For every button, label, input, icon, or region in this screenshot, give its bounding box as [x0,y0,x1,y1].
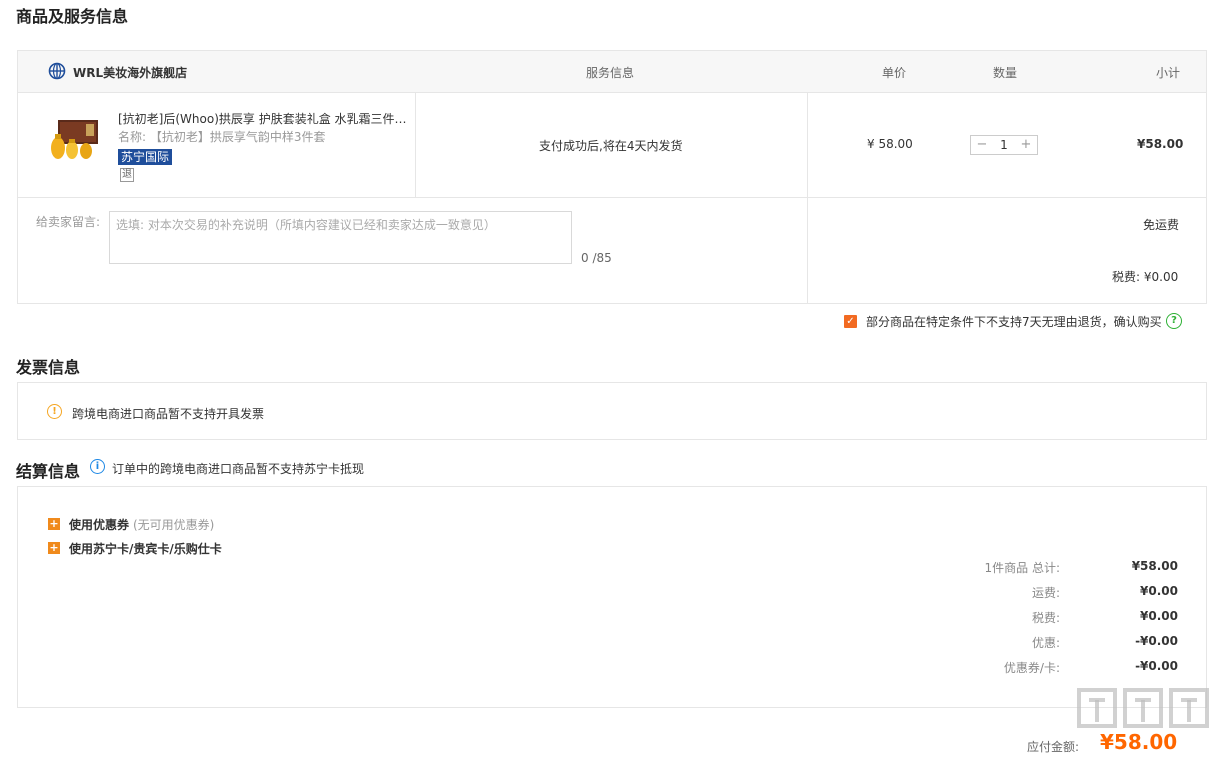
summary-label: 优惠: [1031,636,1060,650]
summary-value: -¥0.00 [1135,659,1178,673]
invoice-notice-text: 跨境电商进口商品暂不支持开具发票 [72,407,265,421]
summary-row: 1件商品 总计: ¥58.00 [918,558,1180,583]
summary-label: 税费: [1031,611,1060,625]
free-shipping-text: 免运费 [1143,218,1180,232]
summary-value: ¥0.00 [1140,584,1178,598]
column-divider [415,92,416,197]
store-globe-icon [48,62,66,80]
warning-icon: ! [47,404,62,419]
expand-coupon-icon[interactable]: + [48,518,60,530]
message-char-counter: 0 /85 [581,251,612,265]
product-title-link[interactable]: [抗初老]后(Whoo)拱辰享 护肤套装礼盒 水乳霜三件… [118,110,408,127]
info-icon: i [90,459,105,474]
tax-fee-text: 税费: ¥0.00 [1112,270,1179,284]
goods-panel: WRL美妆海外旗舰店 服务信息 单价 数量 小计 [抗初老]后(Whoo)拱辰享… [17,50,1207,304]
quantity-stepper: − 1 + [970,135,1038,155]
use-coupon-toggle[interactable]: 使用优惠券 [69,516,129,533]
settlement-section-title: 结算信息 [16,462,81,481]
help-question-icon[interactable]: ? [1166,313,1182,329]
summary-row: 优惠: -¥0.00 [918,633,1180,658]
expand-card-icon[interactable]: + [48,542,60,554]
summary-value: -¥0.00 [1135,634,1178,648]
item-subtotal: ¥58.00 [1137,137,1184,151]
column-divider [807,198,808,304]
confirm-purchase-text: 部分商品在特定条件下不支持7天无理由退货，确认购买 [866,315,1162,329]
store-name-link[interactable]: WRL美妆海外旗舰店 [73,64,187,81]
suning-international-badge: 苏宁国际 [118,149,173,165]
product-thumbnail[interactable] [46,118,104,162]
summary-label: 运费: [1031,586,1060,600]
summary-row: 优惠券/卡: -¥0.00 [918,658,1180,683]
service-column-header: 服务信息 [586,66,635,80]
column-divider [807,92,808,197]
quantity-decrease-button[interactable]: − [971,136,993,154]
invoice-section-title: 发票信息 [16,358,81,377]
product-spec: 名称: 【抗初老】拱辰享气韵中样3件套 [118,130,326,144]
order-summary: 1件商品 总计: ¥58.00 运费: ¥0.00 税费: ¥0.00 优惠: … [918,558,1180,683]
invoice-panel: ! 跨境电商进口商品暂不支持开具发票 [17,382,1207,440]
delivery-service-text: 支付成功后,将在4天内发货 [539,139,683,153]
seller-message-textarea[interactable]: 选填: 对本次交易的补充说明（所填内容建议已经和卖家达成一致意见） [109,211,572,264]
price-column-header: 单价 [882,66,907,80]
settlement-panel: + 使用优惠券 (无可用优惠券) + 使用苏宁卡/贵宾卡/乐购仕卡 1件商品 总… [17,486,1207,708]
seller-message-label: 给卖家留言: [36,215,101,229]
summary-label: 1件商品 总计: [984,561,1061,575]
summary-value: ¥58.00 [1131,559,1178,573]
goods-section-title: 商品及服务信息 [16,7,129,26]
quantity-column-header: 数量 [993,66,1018,80]
summary-row: 运费: ¥0.00 [918,583,1180,608]
use-card-toggle[interactable]: 使用苏宁卡/贵宾卡/乐购仕卡 [69,540,222,557]
summary-value: ¥0.00 [1140,609,1178,623]
summary-row: 税费: ¥0.00 [918,608,1180,633]
quantity-value[interactable]: 1 [993,136,1015,154]
subtotal-column-header: 小计 [1156,66,1181,80]
watermark-glyph-icon [1077,688,1209,728]
settlement-notice-text: 订单中的跨境电商进口商品暂不支持苏宁卡抵现 [112,462,365,476]
refund-tag: 退 [120,168,134,182]
confirm-purchase-checkbox[interactable]: ✓ [844,315,857,328]
payable-label: 应付金额: [1027,740,1080,754]
product-row: [抗初老]后(Whoo)拱辰享 护肤套装礼盒 水乳霜三件… 名称: 【抗初老】拱… [18,92,1206,198]
coupon-availability-note: (无可用优惠券) [133,518,215,532]
summary-label: 优惠券/卡: [1003,661,1060,675]
watermark-logo [1075,686,1215,740]
unit-price: ¥ 58.00 [867,137,913,151]
goods-table-header: WRL美妆海外旗舰店 服务信息 单价 数量 小计 [18,51,1206,93]
quantity-increase-button[interactable]: + [1015,136,1037,154]
